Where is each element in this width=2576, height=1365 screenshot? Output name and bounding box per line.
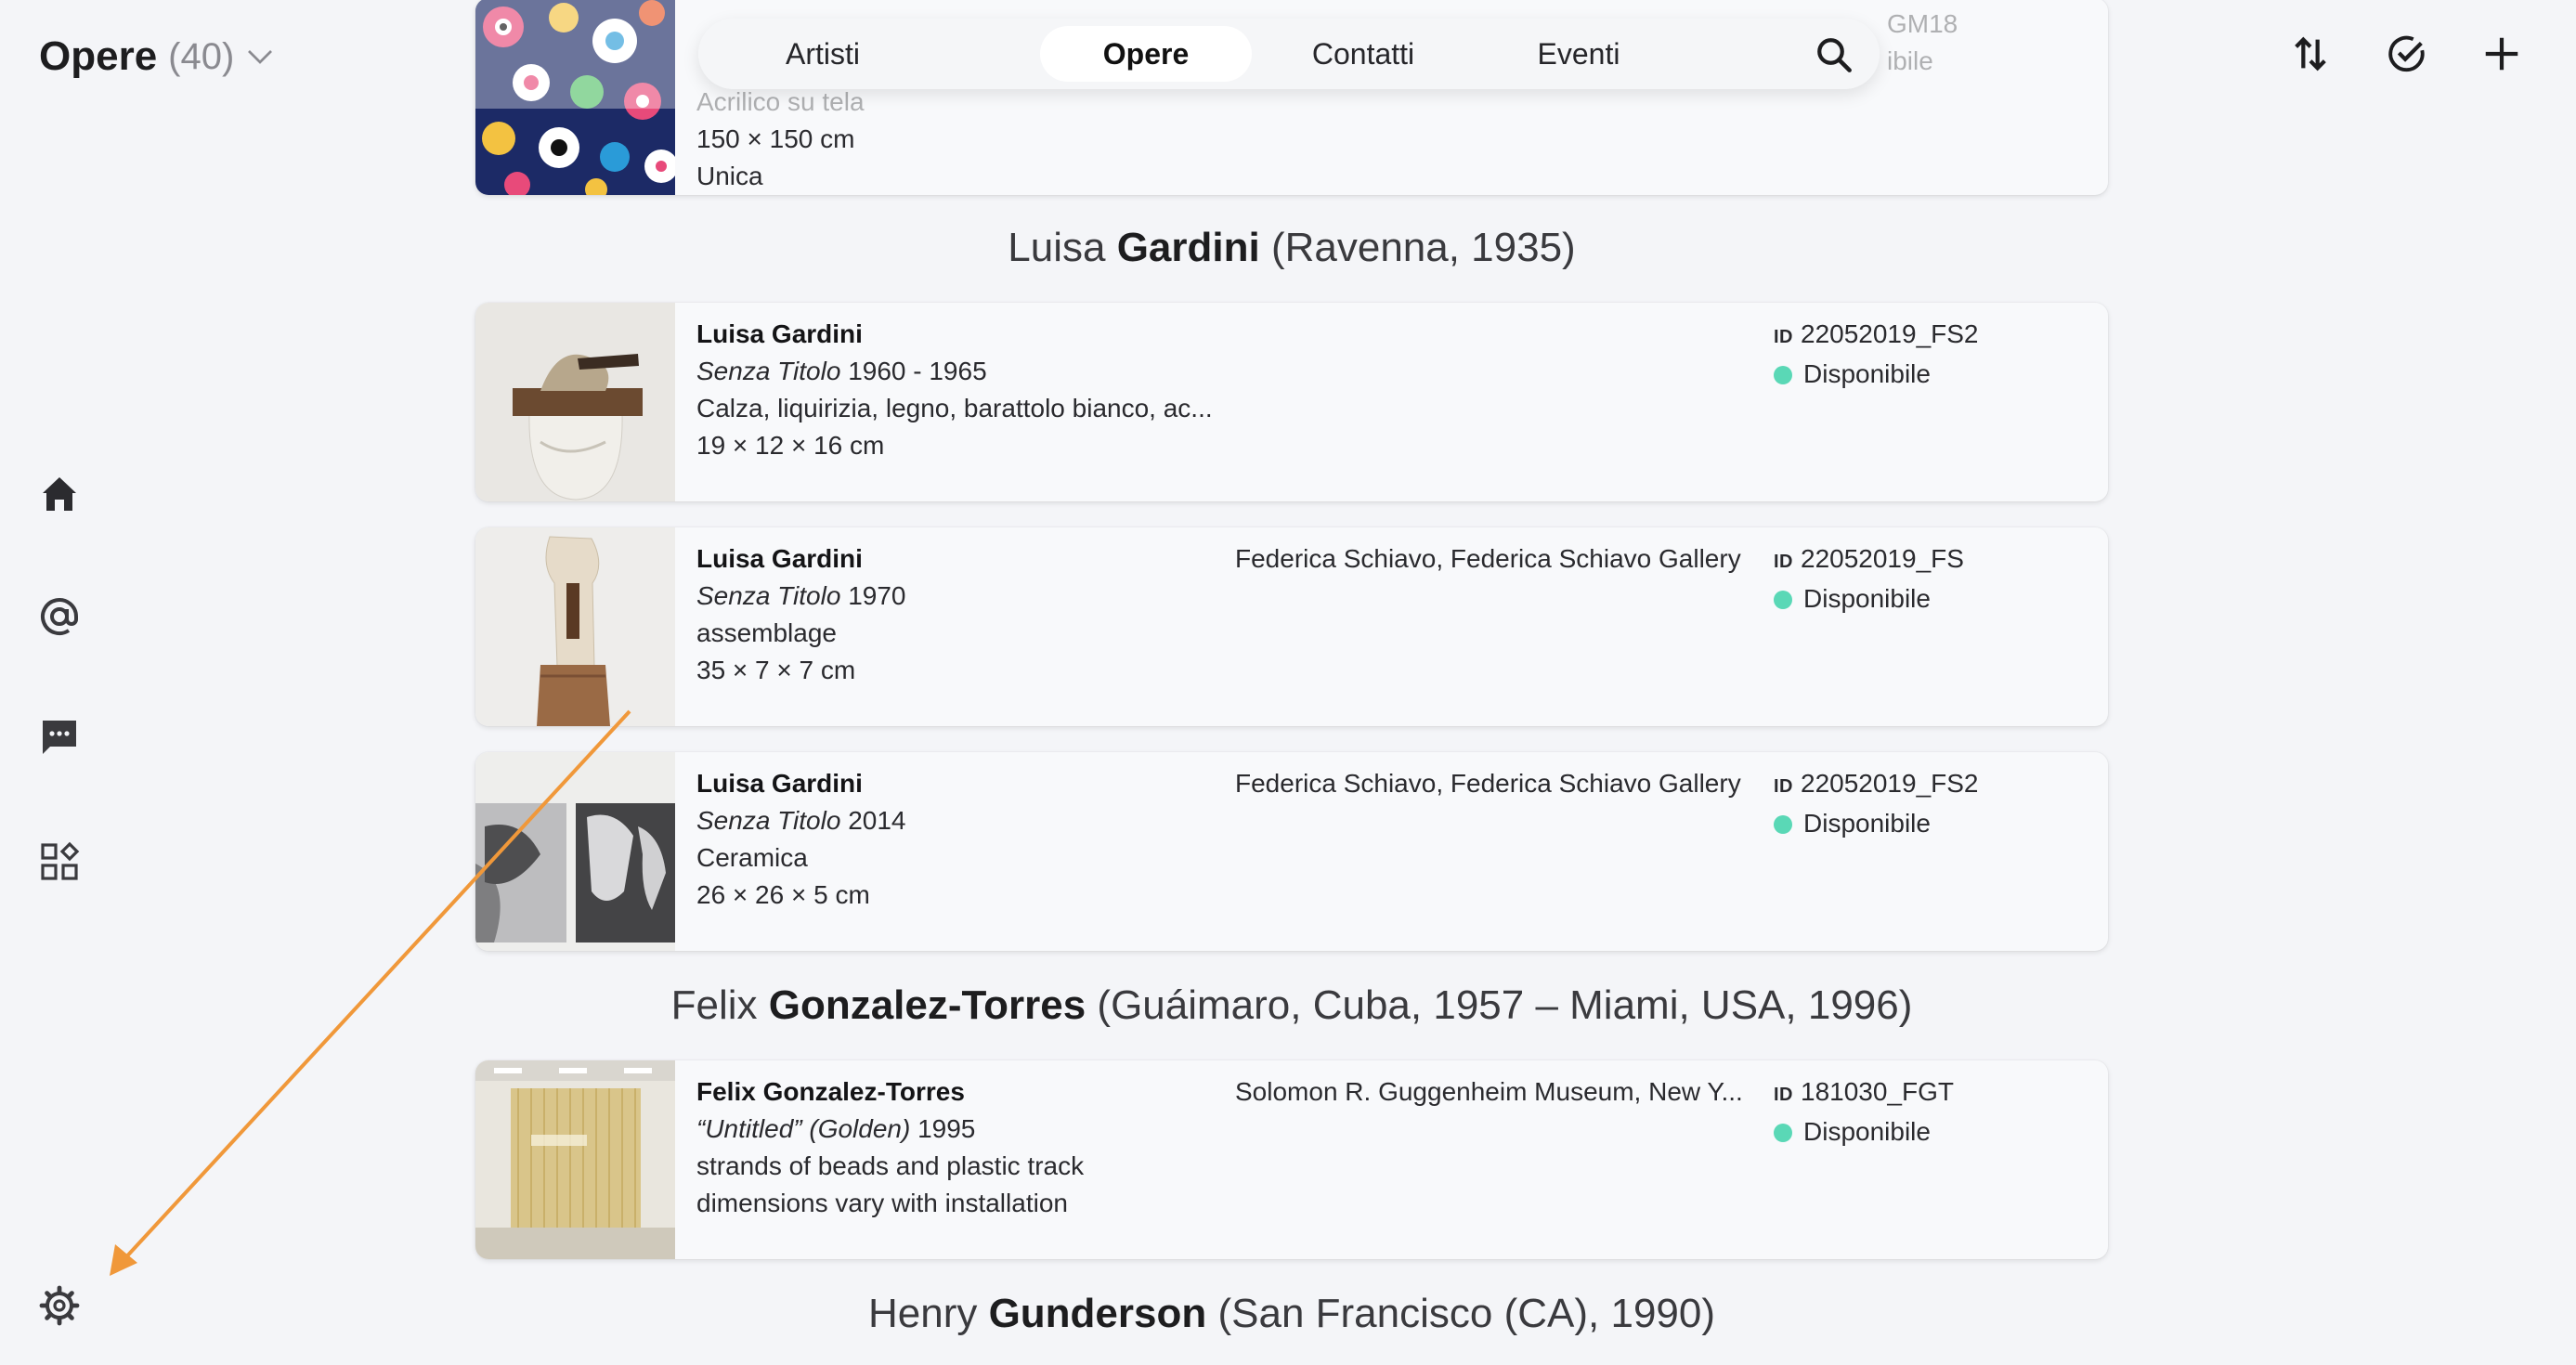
artwork-year: 2014 xyxy=(848,806,906,835)
chevron-down-icon xyxy=(248,50,273,64)
settings-icon[interactable] xyxy=(35,1281,84,1330)
artwork-card[interactable]: Felix Gonzalez-Torres “Untitled” (Golden… xyxy=(475,1060,2108,1259)
artist-surname: Gardini xyxy=(1116,225,1260,270)
add-button[interactable] xyxy=(2478,30,2526,78)
select-button[interactable] xyxy=(2383,30,2431,78)
artwork-owner: Federica Schiavo, Federica Schiavo Galle… xyxy=(1235,544,1741,573)
artwork-status: Disponibile xyxy=(1803,1117,1931,1146)
artist-bio: (Guáimaro, Cuba, 1957 – Miami, USA, 1996… xyxy=(1086,982,1913,1028)
artwork-dimensions: 150 × 150 cm xyxy=(696,124,855,153)
artwork-year: 1970 xyxy=(848,581,906,610)
artwork-medium: Ceramica xyxy=(696,843,808,872)
artist-first-name: Felix xyxy=(670,982,769,1028)
tab-opere[interactable]: Opere xyxy=(1040,26,1252,82)
artist-first-name: Henry xyxy=(867,1291,989,1336)
artwork-dimensions: 26 × 26 × 5 cm xyxy=(696,880,870,909)
artwork-id: 22052019_FS2 xyxy=(1801,769,1979,798)
artwork-dimensions: 19 × 12 × 16 cm xyxy=(696,431,885,460)
artist-surname: Gunderson xyxy=(988,1291,1207,1336)
status-dot-icon xyxy=(1774,366,1792,384)
artist-bio: (Ravenna, 1935) xyxy=(1259,225,1576,270)
artwork-artist: Luisa Gardini xyxy=(696,544,863,573)
apps-icon[interactable] xyxy=(35,838,84,886)
artwork-dimensions: 35 × 7 × 7 cm xyxy=(696,656,856,684)
artwork-artist: Felix Gonzalez-Torres xyxy=(696,1077,965,1106)
artwork-id: GM18 xyxy=(1887,9,1958,38)
chat-icon[interactable] xyxy=(35,713,84,761)
id-label: ID xyxy=(1774,1085,1793,1105)
artwork-dimensions: dimensions vary with installation xyxy=(696,1189,1068,1217)
artwork-status: Disponibile xyxy=(1803,809,1931,838)
artwork-year: 1995 xyxy=(917,1114,976,1143)
artwork-status: Disponibile xyxy=(1803,584,1931,613)
artwork-card[interactable]: Luisa Gardini Senza Titolo 1970 assembla… xyxy=(475,527,2108,726)
artwork-medium: strands of beads and plastic track xyxy=(696,1151,1085,1180)
search-icon[interactable] xyxy=(1815,35,1854,74)
artwork-artist: Luisa Gardini xyxy=(696,769,863,798)
item-count: (40) xyxy=(168,35,235,77)
status-dot-icon xyxy=(1774,591,1792,609)
artwork-title: Senza Titolo xyxy=(696,806,841,835)
artwork-card[interactable]: Luisa Gardini Senza Titolo 1960 - 1965 C… xyxy=(475,303,2108,501)
artwork-medium: Calza, liquirizia, legno, barattolo bian… xyxy=(696,394,1213,422)
artwork-thumbnail xyxy=(475,303,675,501)
id-label: ID xyxy=(1774,327,1793,347)
artwork-medium: Acrilico su tela xyxy=(696,87,865,116)
artwork-status: Disponibile xyxy=(1803,359,1931,388)
artwork-title: Senza Titolo xyxy=(696,581,841,610)
artist-first-name: Luisa xyxy=(1008,225,1117,270)
artwork-thumbnail xyxy=(475,527,675,726)
tab-artisti[interactable]: Artisti xyxy=(717,26,929,82)
id-label: ID xyxy=(1774,552,1793,572)
page-title: Opere xyxy=(39,33,158,79)
artwork-title: Senza Titolo xyxy=(696,357,841,385)
artwork-id: 22052019_FS2 xyxy=(1801,319,1979,348)
artist-section-header: Felix Gonzalez-Torres (Guáimaro, Cuba, 1… xyxy=(475,982,2108,1029)
top-navigation: Artisti Opere Contatti Eventi xyxy=(698,19,1880,89)
artwork-year: 1960 - 1965 xyxy=(848,357,987,385)
artwork-artist: Luisa Gardini xyxy=(696,319,863,348)
id-label: ID xyxy=(1774,776,1793,797)
artwork-owner: Federica Schiavo, Federica Schiavo Galle… xyxy=(1235,769,1741,798)
artwork-thumbnail xyxy=(475,752,675,951)
status-dot-icon xyxy=(1774,815,1792,834)
artwork-edition: Unica xyxy=(696,162,763,190)
check-circle-icon xyxy=(2388,35,2425,72)
artist-surname: Gonzalez-Torres xyxy=(768,982,1086,1028)
artwork-owner: Solomon R. Guggenheim Museum, New Y... xyxy=(1235,1077,1743,1106)
artwork-card[interactable]: Luisa Gardini Senza Titolo 2014 Ceramica… xyxy=(475,752,2108,951)
artwork-medium: assemblage xyxy=(696,618,837,647)
status-dot-icon xyxy=(1774,1124,1792,1142)
artwork-status: ibile xyxy=(1887,46,1933,75)
artist-bio: (San Francisco (CA), 1990) xyxy=(1206,1291,1716,1336)
sort-icon xyxy=(2295,36,2326,72)
artwork-title: “Untitled” (Golden) xyxy=(696,1114,911,1143)
tab-eventi[interactable]: Eventi xyxy=(1473,26,1685,82)
artwork-id: 22052019_FS xyxy=(1801,544,1964,573)
sort-button[interactable] xyxy=(2286,30,2335,78)
artist-section-header: Luisa Gardini (Ravenna, 1935) xyxy=(475,225,2108,271)
artwork-thumbnail xyxy=(475,0,675,195)
plus-icon xyxy=(2485,37,2518,71)
tab-contatti[interactable]: Contatti xyxy=(1257,26,1469,82)
artwork-id: 181030_FGT xyxy=(1801,1077,1954,1106)
page-title-dropdown[interactable]: Opere (40) xyxy=(39,28,277,85)
at-icon[interactable] xyxy=(35,592,84,641)
artwork-thumbnail xyxy=(475,1060,675,1259)
home-icon[interactable] xyxy=(35,470,84,518)
artist-section-header: Henry Gunderson (San Francisco (CA), 199… xyxy=(475,1291,2108,1337)
